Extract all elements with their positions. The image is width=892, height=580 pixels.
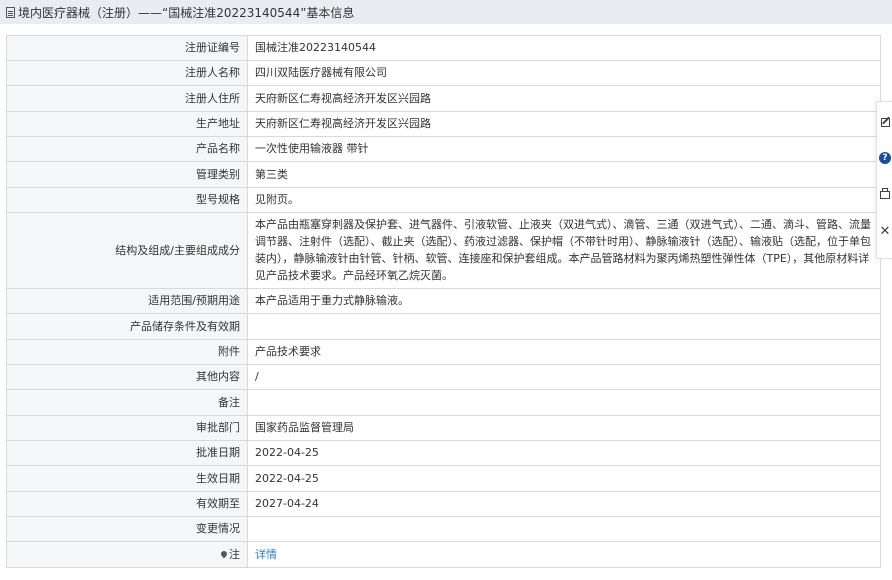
pin-icon [219, 549, 229, 558]
table-row: 注册人名称 四川双陆医疗器械有限公司 [6, 60, 881, 86]
row-value [247, 516, 881, 542]
help-icon: ? [879, 152, 891, 164]
row-value [247, 389, 881, 416]
table-row: 结构及组成/主要组成成分 本产品由瓶塞穿刺器及保护套、进气器件、引液软管、止液夹… [6, 212, 881, 289]
row-label: 生产地址 [6, 111, 248, 137]
row-label: 审批部门 [6, 415, 248, 441]
close-icon: ✕ [879, 224, 891, 239]
table-row: 生效日期 2022-04-25 [6, 465, 881, 492]
help-button[interactable]: ? [877, 150, 892, 166]
table-row: 生产地址 天府新区仁寿视高经济开发区兴园路 [6, 111, 881, 137]
row-label: 注册证编号 [6, 35, 248, 61]
table-row: 注册人住所 天府新区仁寿视高经济开发区兴园路 [6, 85, 881, 112]
close-button[interactable]: ✕ [877, 224, 892, 240]
note-value: 详情 [247, 541, 881, 568]
table-row: 变更情况 [6, 516, 881, 542]
table-row: 产品储存条件及有效期 [6, 313, 881, 340]
row-value: 产品技术要求 [247, 339, 881, 365]
row-value: 天府新区仁寿视高经济开发区兴园路 [247, 111, 881, 137]
row-value: 本产品适用于重力式静脉输液。 [247, 288, 881, 314]
row-label: 变更情况 [6, 516, 248, 542]
print-icon [880, 188, 890, 199]
document-icon [6, 6, 15, 18]
table-row: 注册证编号 国械注准20223140544 [6, 35, 881, 61]
row-value: 国家药品监督管理局 [247, 415, 881, 441]
row-value [247, 313, 881, 340]
table-row: 审批部门 国家药品监督管理局 [6, 415, 881, 441]
row-value: 本产品由瓶塞穿刺器及保护套、进气器件、引液软管、止液夹（双进气式）、滴管、三通（… [247, 212, 881, 289]
row-value: 四川双陆医疗器械有限公司 [247, 60, 881, 86]
row-value: 2022-04-25 [247, 440, 881, 466]
row-label: 附件 [6, 339, 248, 365]
edit-icon [880, 117, 890, 127]
table-row: 适用范围/预期用途 本产品适用于重力式静脉输液。 [6, 288, 881, 314]
row-value: 一次性使用输液器 带针 [247, 136, 881, 162]
row-label: 注册人住所 [6, 85, 248, 112]
row-label: 其他内容 [6, 364, 248, 390]
table-row: 附件 产品技术要求 [6, 339, 881, 365]
row-label: 产品名称 [6, 136, 248, 162]
table-row: 其他内容 / [6, 364, 881, 390]
row-value: 第三类 [247, 161, 881, 188]
print-button[interactable] [877, 187, 892, 203]
note-label-text: 注 [229, 547, 240, 561]
info-table: 注册证编号 国械注准20223140544 注册人名称 四川双陆医疗器械有限公司… [6, 35, 881, 568]
details-link[interactable]: 详情 [255, 548, 277, 561]
page-header: 境内医疗器械（注册）——“国械注准20223140544”基本信息 [0, 0, 892, 24]
row-label: 型号规格 [6, 187, 248, 213]
row-label: 批准日期 [6, 440, 248, 466]
row-value: 见附页。 [247, 187, 881, 213]
table-row: 产品名称 一次性使用输液器 带针 [6, 136, 881, 162]
table-row: 管理类别 第三类 [6, 161, 881, 188]
edit-button[interactable] [877, 114, 892, 130]
row-value: 天府新区仁寿视高经济开发区兴园路 [247, 85, 881, 112]
row-label: 注册人名称 [6, 60, 248, 86]
row-label: 生效日期 [6, 465, 248, 492]
row-label: 结构及组成/主要组成成分 [6, 212, 248, 289]
table-row: 批准日期 2022-04-25 [6, 440, 881, 466]
row-value: 2022-04-25 [247, 465, 881, 492]
floating-toolbar: ? ✕ [876, 101, 892, 259]
table-row: 型号规格 见附页。 [6, 187, 881, 213]
page-title: 境内医疗器械（注册）——“国械注准20223140544”基本信息 [18, 5, 355, 20]
row-label: 备注 [6, 389, 248, 416]
table-row: 备注 [6, 389, 881, 416]
note-label: 注 [6, 541, 248, 568]
row-value: / [247, 364, 881, 390]
table-row: 有效期至 2027-04-24 [6, 491, 881, 517]
row-label: 适用范围/预期用途 [6, 288, 248, 314]
row-value: 2027-04-24 [247, 491, 881, 517]
table-row: 注 详情 [6, 541, 881, 568]
row-label: 产品储存条件及有效期 [6, 313, 248, 340]
row-label: 有效期至 [6, 491, 248, 517]
row-label: 管理类别 [6, 161, 248, 188]
row-value: 国械注准20223140544 [247, 35, 881, 61]
